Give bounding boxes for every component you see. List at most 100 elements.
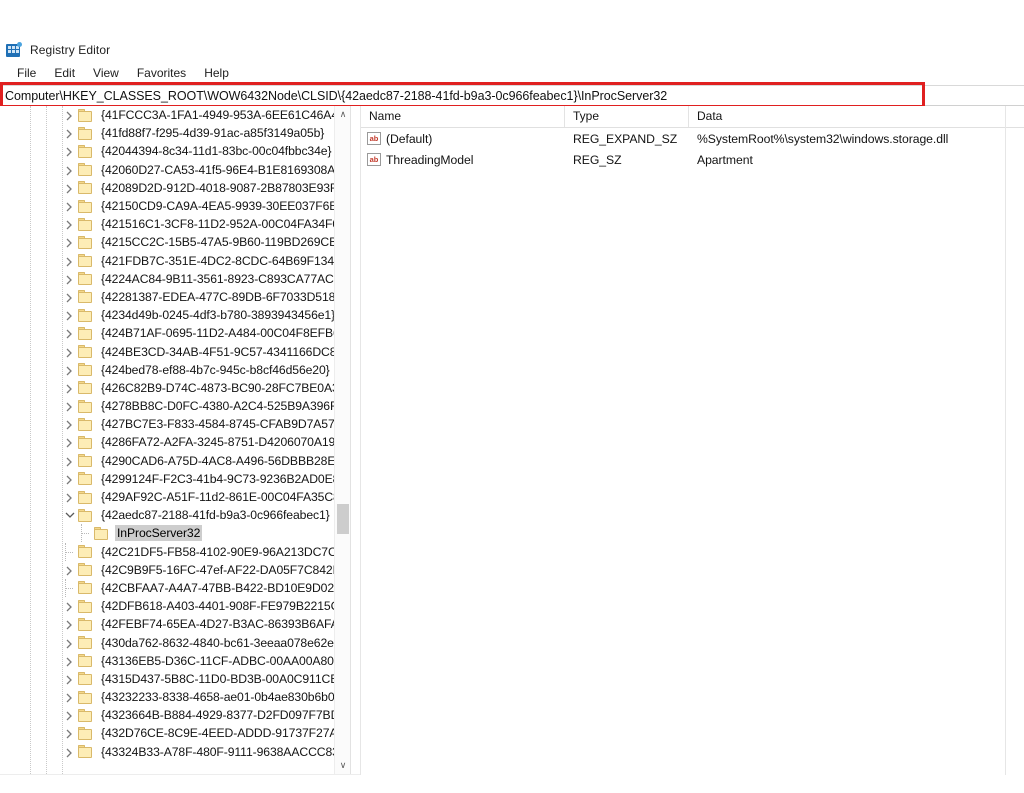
registry-values-pane: Name Type Data ab (Default) REG_EXPAND_SZ%…: [361, 106, 1024, 793]
tree-item[interactable]: {42060D27-CA53-41f5-96E4-B1E8169308A6}: [0, 161, 360, 179]
tree-item-label: {42FEBF74-65EA-4D27-B3AC-86393B6AFAE1}: [101, 617, 358, 632]
chevron-right-icon[interactable]: [62, 415, 78, 433]
chevron-right-icon[interactable]: [62, 288, 78, 306]
tree-item[interactable]: {430da762-8632-4840-bc61-3eeaa078e62e}: [0, 633, 360, 651]
chevron-down-icon[interactable]: [62, 506, 78, 524]
chevron-right-icon[interactable]: [62, 743, 78, 761]
chevron-right-icon[interactable]: [62, 724, 78, 742]
chevron-right-icon[interactable]: [62, 379, 78, 397]
chevron-right-icon[interactable]: [62, 124, 78, 142]
tree-item[interactable]: {424BE3CD-34AB-4F51-9C57-4341166DC8FA}: [0, 342, 360, 360]
tree-item[interactable]: {41fd88f7-f295-4d39-91ac-a85f3149a05b}: [0, 124, 360, 142]
chevron-right-icon[interactable]: [62, 233, 78, 251]
tree-item[interactable]: {42DFB618-A403-4401-908F-FE979B2215C8}: [0, 597, 360, 615]
tree-item[interactable]: {421FDB7C-351E-4DC2-8CDC-64B69F1345E3}: [0, 252, 360, 270]
tree-item[interactable]: {4315D437-5B8C-11D0-BD3B-00A0C911CE86}: [0, 670, 360, 688]
tree-item[interactable]: {4234d49b-0245-4df3-b780-3893943456e1}: [0, 306, 360, 324]
chevron-right-icon[interactable]: [62, 470, 78, 488]
menu-item-file[interactable]: File: [8, 64, 45, 82]
tree-item[interactable]: {42CBFAA7-A4A7-47BB-B422-BD10E9D02700}: [0, 578, 360, 597]
tree-item[interactable]: {4299124F-F2C3-41b4-9C73-9236B2AD0E8F}: [0, 470, 360, 488]
tree-item[interactable]: {426C82B9-D74C-4873-BC90-28FC7BE0A32A}: [0, 379, 360, 397]
tree-item[interactable]: {429AF92C-A51F-11d2-861E-00C04FA35C89}: [0, 488, 360, 506]
chevron-right-icon[interactable]: [62, 397, 78, 415]
chevron-right-icon[interactable]: [62, 343, 78, 361]
tree-item[interactable]: {421516C1-3CF8-11D2-952A-00C04FA34F05}: [0, 215, 360, 233]
chevron-right-icon[interactable]: [62, 561, 78, 579]
tree-item[interactable]: {4290CAD6-A75D-4AC8-A496-56DBBB28EB88: [0, 452, 360, 470]
tree-item[interactable]: {42044394-8c34-11d1-83bc-00c04fbbc34e}: [0, 142, 360, 160]
folder-icon: [78, 290, 94, 304]
tree-item[interactable]: {42089D2D-912D-4018-9087-2B87803E93FB}: [0, 179, 360, 197]
tree-scroll-down-arrow[interactable]: ∨: [335, 757, 351, 774]
chevron-right-icon[interactable]: [62, 106, 78, 124]
chevron-right-icon[interactable]: [62, 597, 78, 615]
chevron-right-icon[interactable]: [62, 452, 78, 470]
folder-icon: [78, 672, 94, 686]
tree-item[interactable]: {42C9B9F5-16FC-47ef-AF22-DA05F7C842E3}: [0, 561, 360, 579]
tree-item[interactable]: {42FEBF74-65EA-4D27-B3AC-86393B6AFAE1}: [0, 615, 360, 633]
tree-item[interactable]: {42281387-EDEA-477C-89DB-6F7033D518AB}: [0, 288, 360, 306]
tree-item[interactable]: {427BC7E3-F833-4584-8745-CFAB9D7A5761}: [0, 415, 360, 433]
chevron-right-icon[interactable]: [62, 197, 78, 215]
chevron-right-icon[interactable]: [62, 179, 78, 197]
tree-vertical-scrollbar[interactable]: ∧ ∨: [334, 106, 351, 774]
tree-item[interactable]: {41FCCC3A-1FA1-4949-953A-6EE61C46A4D1}: [0, 106, 360, 124]
tree-item[interactable]: {4278BB8C-D0FC-4380-A2C4-525B9A396F5B}: [0, 397, 360, 415]
tree-item[interactable]: {43324B33-A78F-480F-9111-9638AACCC832}: [0, 743, 360, 761]
value-name-text: ThreadingModel: [386, 152, 474, 167]
value-row[interactable]: ab ThreadingModel REG_SZ Apartment: [361, 149, 1024, 170]
tree-item-label: {42DFB618-A403-4401-908F-FE979B2215C8}: [101, 599, 350, 614]
column-header-type[interactable]: Type: [565, 106, 689, 127]
folder-icon: [78, 545, 94, 559]
tree-item-label: {4215CC2C-15B5-47A5-9B60-119BD269CB7E}: [101, 235, 356, 250]
tree-item[interactable]: {4286FA72-A2FA-3245-8751-D4206070A191}: [0, 433, 360, 451]
tree-item[interactable]: {424B71AF-0695-11D2-A484-00C04F8EFB69}: [0, 324, 360, 342]
menu-item-help[interactable]: Help: [195, 64, 238, 82]
chevron-right-icon[interactable]: [62, 634, 78, 652]
registry-tree-viewport[interactable]: {41FCCC3A-1FA1-4949-953A-6EE61C46A4D1} {4…: [0, 106, 360, 774]
tree-item[interactable]: {42150CD9-CA9A-4EA5-9939-30EE037F6E74}: [0, 197, 360, 215]
tree-item-label: {42CBFAA7-A4A7-47BB-B422-BD10E9D02700}: [101, 580, 359, 595]
menu-bar: File Edit View Favorites Help: [0, 62, 1024, 84]
tree-item-label: {429AF92C-A51F-11d2-861E-00C04FA35C89}: [101, 490, 351, 505]
tree-item[interactable]: {424bed78-ef88-4b7c-945c-b8cf46d56e20}: [0, 361, 360, 379]
chevron-right-icon[interactable]: [62, 270, 78, 288]
chevron-right-icon[interactable]: [62, 652, 78, 670]
folder-icon: [78, 490, 94, 504]
address-bar[interactable]: Computer\HKEY_CLASSES_ROOT\WOW6432Node\C…: [0, 85, 1024, 106]
tree-vertical-scroll-thumb[interactable]: [337, 504, 349, 534]
tree-item[interactable]: {42C21DF5-FB58-4102-90E9-96A213DC7CE8}: [0, 542, 360, 561]
column-header-name[interactable]: Name: [361, 106, 565, 127]
tree-item[interactable]: {4215CC2C-15B5-47A5-9B60-119BD269CB7E}: [0, 233, 360, 251]
value-row[interactable]: ab (Default) REG_EXPAND_SZ %SystemRoot%\sys…: [361, 128, 1024, 149]
tree-item[interactable]: {42aedc87-2188-41fd-b9a3-0c966feabec1}: [0, 506, 360, 524]
tree-item[interactable]: {432D76CE-8C9E-4EED-ADDD-91737F27A8CB: [0, 724, 360, 742]
menu-item-view[interactable]: View: [84, 64, 128, 82]
chevron-right-icon[interactable]: [62, 306, 78, 324]
chevron-right-icon[interactable]: [62, 615, 78, 633]
chevron-right-icon[interactable]: [62, 324, 78, 342]
chevron-right-icon[interactable]: [62, 142, 78, 160]
chevron-right-icon[interactable]: [62, 670, 78, 688]
chevron-right-icon[interactable]: [62, 161, 78, 179]
tree-item[interactable]: {4224AC84-9B11-3561-8923-C893CA77ACBE}: [0, 270, 360, 288]
chevron-right-icon[interactable]: [62, 706, 78, 724]
folder-icon: [78, 326, 94, 340]
chevron-right-icon[interactable]: [62, 215, 78, 233]
tree-item[interactable]: {43232233-8338-4658-ae01-0b4ae830b6b0}: [0, 688, 360, 706]
tree-item-label: {430da762-8632-4840-bc61-3eeaa078e62e}: [101, 635, 338, 650]
chevron-right-icon[interactable]: [62, 433, 78, 451]
chevron-right-icon[interactable]: [62, 688, 78, 706]
tree-scroll-up-arrow[interactable]: ∧: [335, 106, 351, 123]
tree-item[interactable]: {43136EB5-D36C-11CF-ADBC-00AA00A80033: [0, 652, 360, 670]
menu-item-favorites[interactable]: Favorites: [128, 64, 195, 82]
tree-item-label: {4234d49b-0245-4df3-b780-3893943456e1}: [101, 308, 336, 323]
chevron-right-icon[interactable]: [62, 488, 78, 506]
chevron-right-icon[interactable]: [62, 252, 78, 270]
column-header-data[interactable]: Data: [689, 106, 1024, 127]
tree-item[interactable]: {4323664B-B884-4929-8377-D2FD097F7BD3}: [0, 706, 360, 724]
menu-item-edit[interactable]: Edit: [45, 64, 84, 82]
chevron-right-icon[interactable]: [62, 361, 78, 379]
tree-item-selected[interactable]: InProcServer32: [0, 524, 360, 543]
